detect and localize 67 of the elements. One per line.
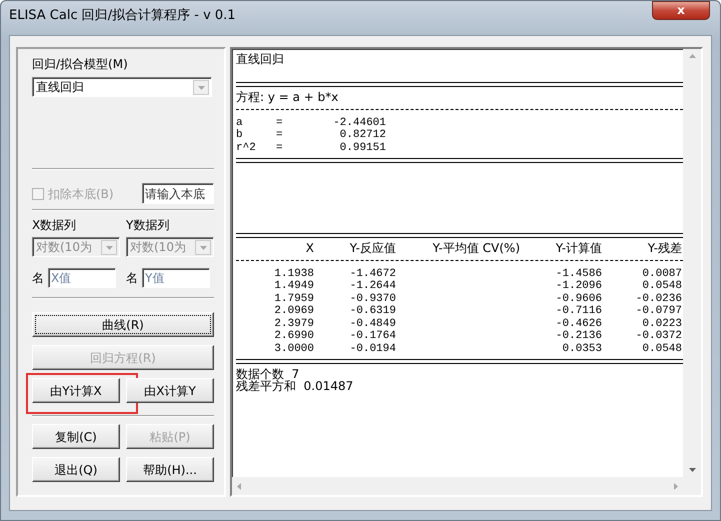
equals-sign: = [276, 142, 284, 154]
table-cell-text: 0.0087 [641, 268, 682, 280]
param-value: 0.82712 [338, 129, 386, 142]
caret-icon[interactable] [198, 84, 204, 90]
table-cell-text: -0.0797 [634, 305, 682, 318]
equals-sign: = [276, 116, 284, 129]
table-cell-text: -1.4586 [554, 268, 602, 280]
dialog-button[interactable]: 曲线(R) [32, 312, 214, 337]
field-label: Y数据列 [126, 217, 170, 234]
table-cell-text: -0.7116 [554, 305, 602, 318]
dialog-button[interactable]: 帮助(H)... [126, 457, 214, 482]
param-name: r^2 [236, 142, 257, 154]
dropdown[interactable]: 直线回归 [32, 77, 212, 97]
table-cell-text: -0.9606 [554, 292, 602, 305]
table-cell-text: -0.4626 [554, 318, 602, 330]
table-cell-text: -0.0372 [634, 330, 682, 342]
scroll-left-icon[interactable] [236, 482, 243, 490]
field-label: 名 [126, 270, 138, 287]
dialog-button[interactable]: 退出(Q) [32, 457, 120, 482]
column-header: X [304, 242, 314, 254]
column-header: Y-平均值 CV(%) [432, 242, 520, 254]
horizontal-scrollbar[interactable] [232, 477, 683, 495]
table-cell-text: 2.0969 [273, 305, 314, 318]
dialog-button[interactable]: 由Y计算X [32, 378, 120, 403]
param-value: -2.44601 [332, 116, 386, 129]
param-name: b [236, 129, 244, 142]
window-title: ELISA Calc 回归/拟合计算程序 - v 0.1 [9, 7, 236, 26]
field-label: 回归/拟合模型(M) [32, 56, 129, 73]
field-label: X数据列 [32, 217, 78, 234]
table-cell-text: 2.3979 [273, 318, 314, 330]
table-cell-text: -0.2136 [554, 330, 602, 342]
scroll-up-icon[interactable] [688, 53, 696, 60]
column-header: Y-残差 [646, 242, 682, 254]
table-cell-text: -1.4672 [348, 268, 396, 280]
dialog-button[interactable]: 复制(C) [32, 424, 120, 449]
output-line: 残差平方和 0.01487 [236, 380, 354, 392]
table-cell-text: 1.4949 [273, 280, 314, 292]
output-line: 直线回归 [236, 53, 285, 66]
table-cell-text: -0.4849 [348, 318, 396, 330]
table-cell-text: 0.0353 [561, 342, 602, 355]
table-cell-text: 0.0548 [641, 342, 682, 355]
field-label: 名 [32, 270, 44, 287]
table-cell-text: -0.6319 [348, 305, 396, 318]
table-cell-text: 1.1938 [273, 268, 314, 280]
table-cell-text: 0.0548 [641, 280, 682, 292]
table-cell-text: 2.6990 [273, 330, 314, 342]
table-cell-text: 1.7959 [273, 292, 314, 305]
vertical-scrollbar[interactable] [683, 49, 701, 477]
equals-sign: = [276, 129, 284, 142]
dialog-button[interactable]: 由X计算Y [126, 378, 214, 403]
output-line: 数据个数 7 [236, 368, 300, 380]
table-cell-text: -1.2644 [348, 280, 396, 292]
table-cell-text: -0.1764 [348, 330, 396, 342]
column-header: Y-计算值 [554, 242, 602, 254]
table-cell-text: 0.0223 [641, 318, 682, 330]
close-button[interactable]: x [652, 0, 710, 20]
param-name: a [236, 116, 244, 129]
table-cell-text: 3.0000 [273, 342, 314, 355]
table-cell-text: -1.2096 [554, 280, 602, 292]
scroll-down-icon[interactable] [688, 466, 696, 473]
column-header: Y-反应值 [348, 242, 396, 254]
param-value: 0.99151 [338, 142, 386, 154]
output-line: 方程: y = a + b*x [236, 90, 340, 103]
table-cell-text: -0.0236 [634, 292, 682, 305]
scroll-right-icon[interactable] [672, 482, 679, 490]
table-cell-text: -0.9370 [348, 292, 396, 305]
table-cell-text: -0.0194 [348, 342, 396, 355]
